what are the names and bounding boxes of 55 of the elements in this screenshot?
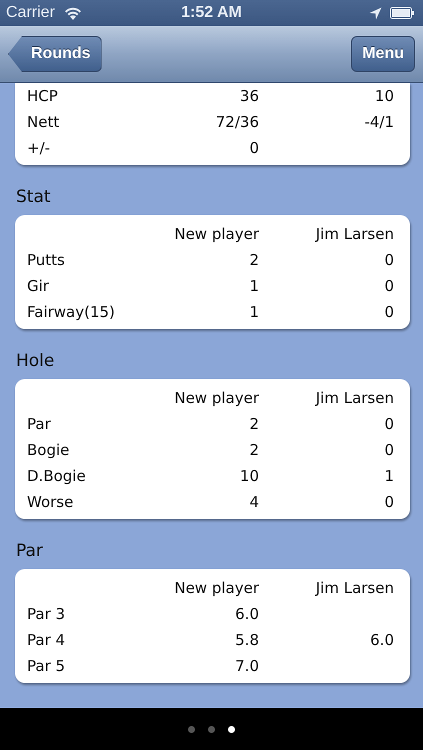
- column-header: Jim Larsen: [314, 389, 394, 407]
- row-label: Fairway(15): [27, 303, 116, 321]
- stat-value: 5.8: [234, 631, 259, 649]
- column-header: New player: [173, 579, 259, 597]
- row-label: +/-: [27, 139, 52, 157]
- page-indicator-dot[interactable]: [228, 726, 235, 732]
- stat-value: -4/1: [363, 113, 394, 131]
- status-time: 1:52 AM: [181, 4, 242, 22]
- stat-value: 0: [383, 277, 394, 295]
- stat-value: 4: [248, 493, 259, 511]
- stat-value: 2: [248, 415, 259, 433]
- wifi-icon: [62, 6, 83, 20]
- row-label: Worse: [27, 493, 74, 511]
- stat-value: 0: [383, 303, 394, 321]
- carrier-name: Carrier: [6, 4, 55, 22]
- stat-value: 1: [383, 467, 394, 485]
- stat-value: 0: [383, 415, 394, 433]
- stat-value: 0: [248, 139, 259, 157]
- row-label: HCP: [27, 87, 59, 105]
- stat-value: 6.0: [234, 605, 259, 623]
- battery-icon: [390, 7, 415, 19]
- column-header: Jim Larsen: [314, 225, 394, 243]
- stat-value: 7.0: [234, 657, 259, 675]
- menu-button[interactable]: Menu: [351, 36, 415, 72]
- stat-value: 1: [248, 277, 259, 295]
- column-header: Jim Larsen: [314, 579, 394, 597]
- stat-value: 10: [374, 87, 394, 105]
- section-heading: Stat: [15, 186, 52, 209]
- column-header: New player: [173, 389, 259, 407]
- stat-value: 2: [248, 251, 259, 269]
- row-label: Nett: [27, 113, 60, 131]
- page-indicator-dot[interactable]: [188, 726, 195, 732]
- row-label: Gir: [27, 277, 50, 295]
- location-arrow-icon: [369, 6, 382, 20]
- row-label: Par 3: [27, 605, 66, 623]
- column-header: New player: [173, 225, 259, 243]
- stat-value: 0: [383, 251, 394, 269]
- back-button[interactable]: Rounds: [8, 36, 102, 72]
- stat-value: 36: [238, 87, 259, 105]
- stat-value: 10: [238, 467, 259, 485]
- stat-value: 72/36: [214, 113, 259, 131]
- page-indicator-dot[interactable]: [208, 726, 215, 732]
- row-label: Par: [27, 415, 52, 433]
- row-label: Par 4: [27, 631, 66, 649]
- stat-value: 2: [248, 441, 259, 459]
- section-heading: Par: [15, 540, 44, 563]
- section-heading: Hole: [15, 350, 56, 373]
- row-label: D.Bogie: [27, 467, 87, 485]
- stat-value: 6.0: [369, 631, 394, 649]
- stat-value: 0: [383, 493, 394, 511]
- stat-value: 1: [248, 303, 259, 321]
- row-label: Par 5: [27, 657, 66, 675]
- stat-value: 0: [383, 441, 394, 459]
- row-label: Putts: [27, 251, 66, 269]
- row-label: Bogie: [27, 441, 70, 459]
